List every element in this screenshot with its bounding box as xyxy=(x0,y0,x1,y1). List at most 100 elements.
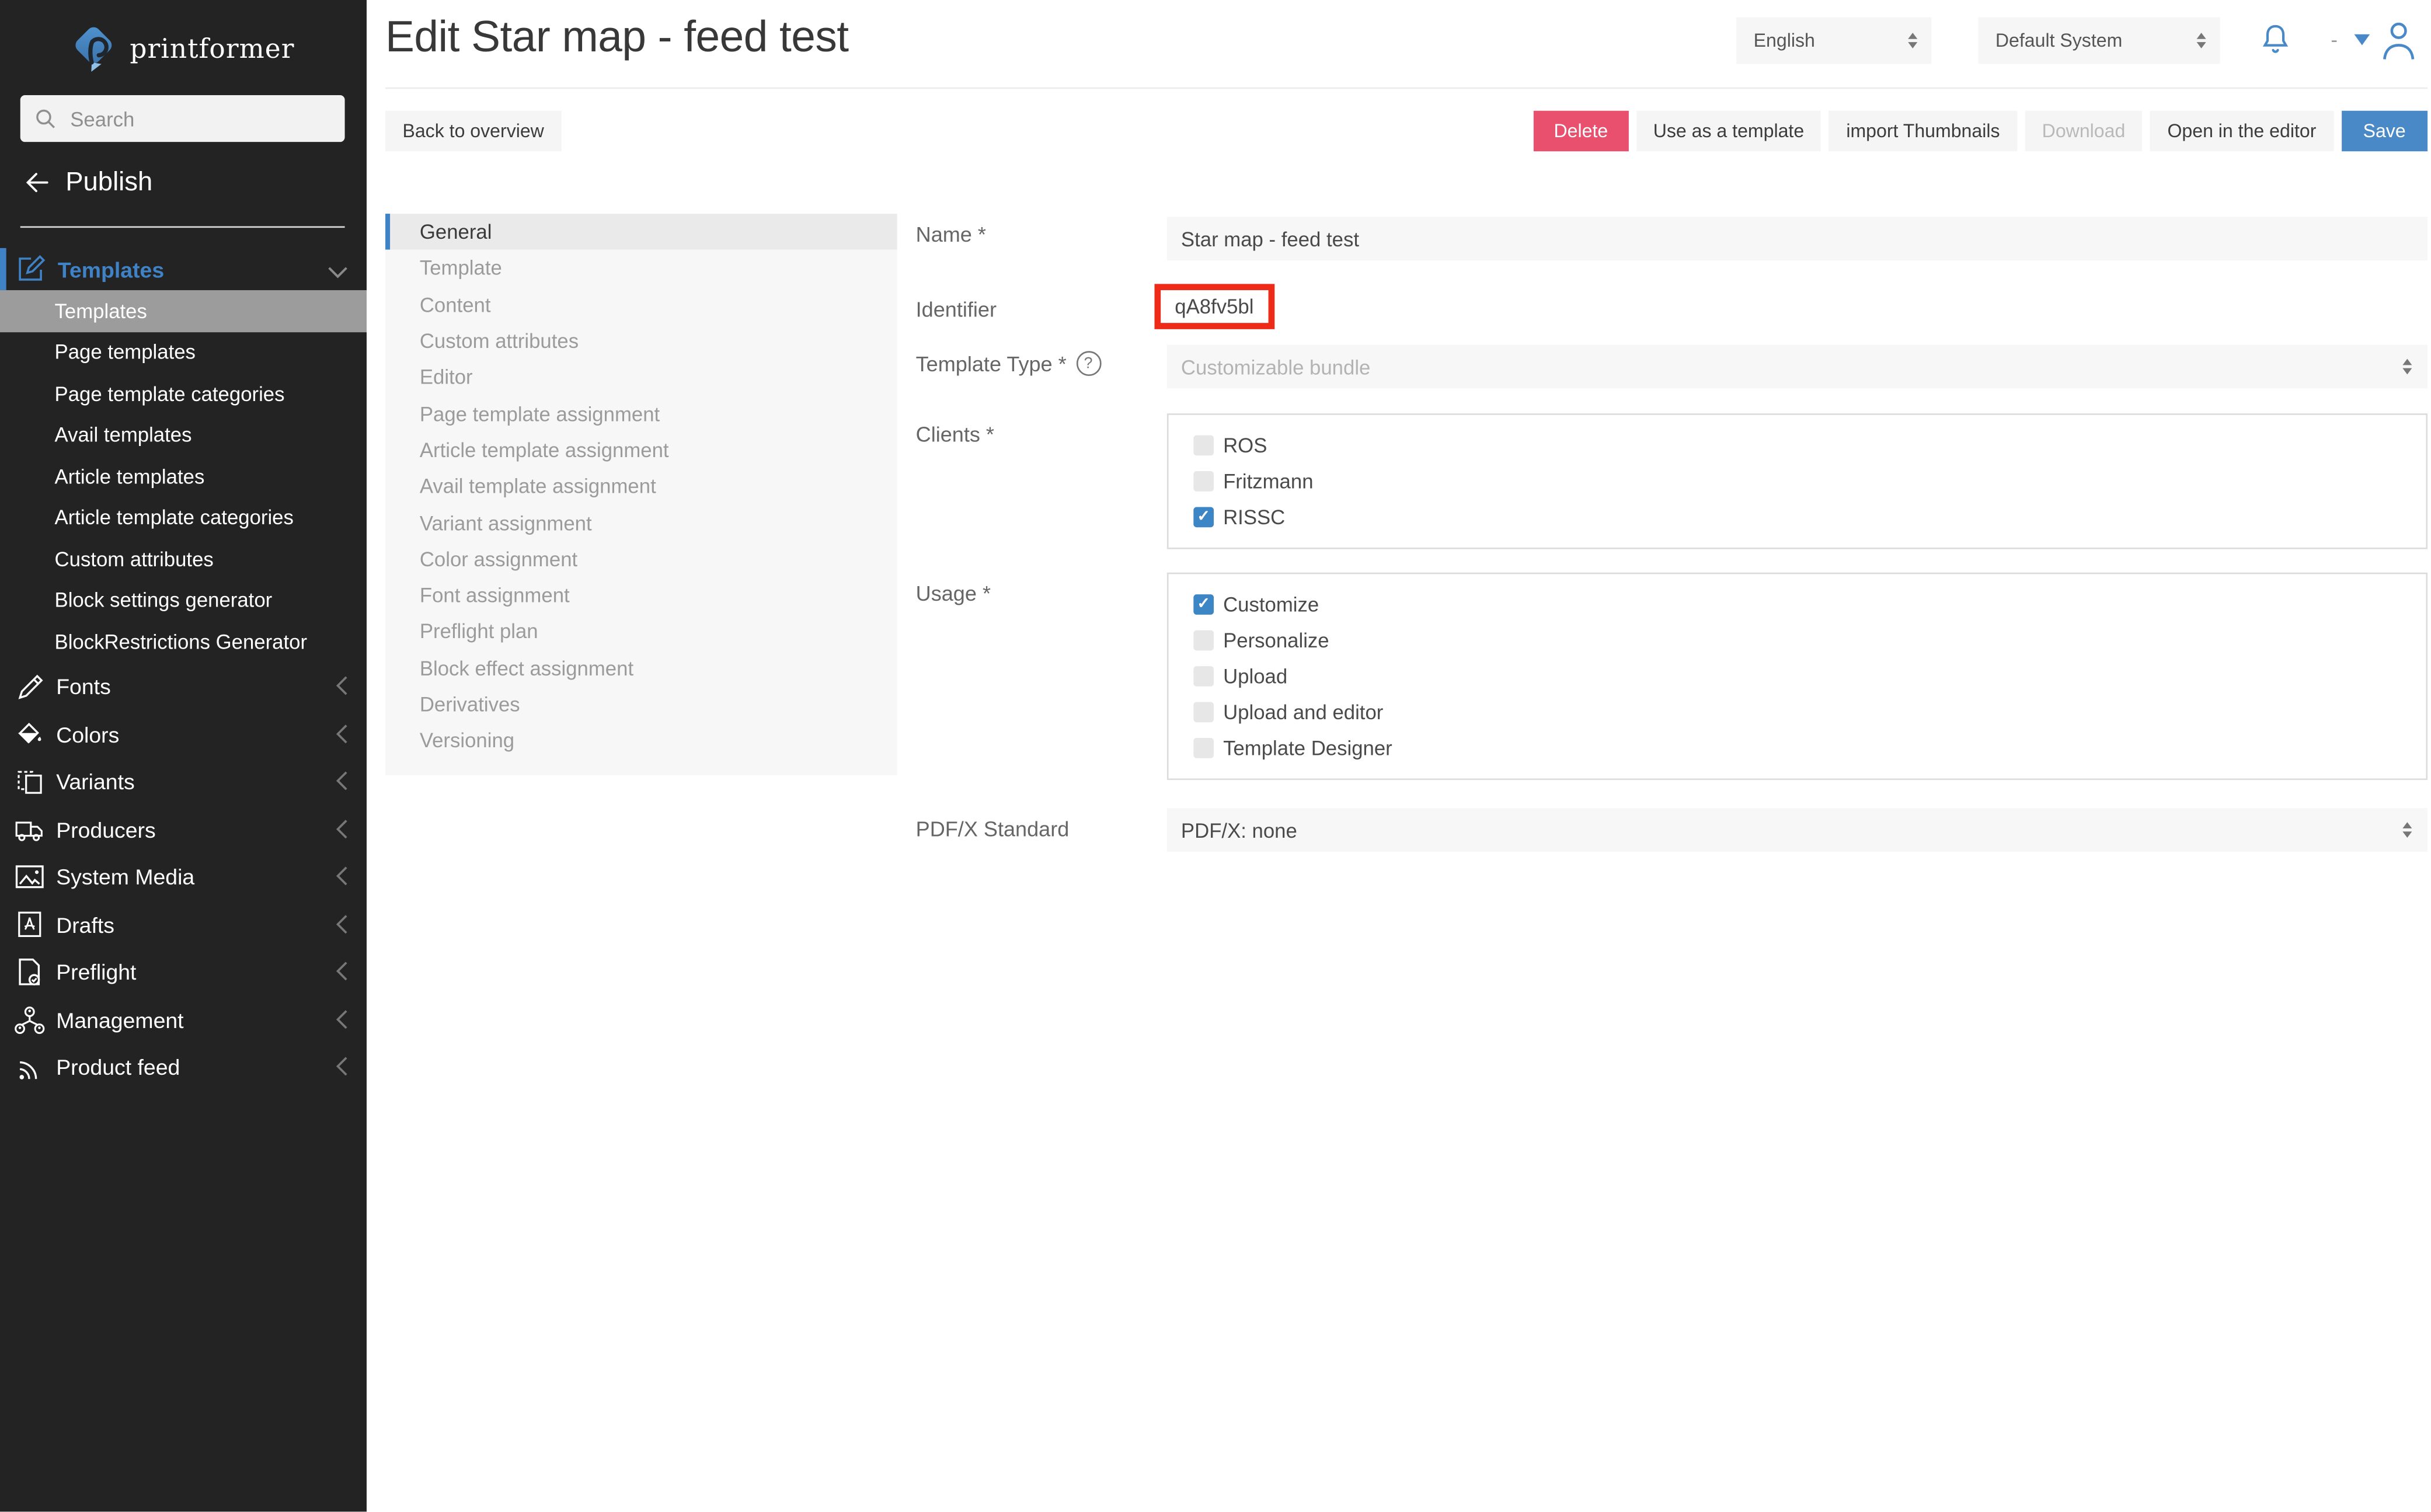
sidebar-item-avail-templates[interactable]: Avail templates xyxy=(0,414,367,455)
notifications-bell-icon[interactable] xyxy=(2259,22,2291,67)
tab-custom-attributes[interactable]: Custom attributes xyxy=(385,323,897,359)
sidebar-collapsed-list: Fonts Colors xyxy=(0,663,367,1092)
clients-checkbox-group: ROS Fritzmann RISSC xyxy=(1167,413,2427,549)
sidebar-item-management[interactable]: Management xyxy=(0,996,367,1044)
template-type-select[interactable]: Customizable bundle xyxy=(1167,345,2427,389)
sidebar-item-drafts[interactable]: Drafts xyxy=(0,901,367,949)
truck-icon xyxy=(14,815,45,845)
checkbox-icon xyxy=(1193,666,1214,687)
tab-template[interactable]: Template xyxy=(385,250,897,286)
tab-general[interactable]: General xyxy=(385,214,897,250)
sidebar-item-article-template-categories[interactable]: Article template categories xyxy=(0,497,367,538)
page-title: Edit Star map - feed test xyxy=(385,12,848,62)
sidebar-section-templates[interactable]: Templates xyxy=(0,248,367,290)
select-stepper-icon xyxy=(2197,33,2206,48)
tab-editor[interactable]: Editor xyxy=(385,359,897,395)
save-button[interactable]: Save xyxy=(2341,111,2427,151)
sidebar-item-producers[interactable]: Producers xyxy=(0,806,367,853)
checkbox-upload-and-editor[interactable]: Upload and editor xyxy=(1193,694,2426,730)
checkbox-personalize[interactable]: Personalize xyxy=(1193,622,2426,658)
select-stepper-icon xyxy=(1908,33,1917,48)
usage-label: Usage * xyxy=(916,582,991,605)
pdfx-select[interactable]: PDF/X: none xyxy=(1167,808,2427,852)
toolbar-actions: Delete Use as a template import Thumbnai… xyxy=(1534,111,2427,151)
use-as-template-button[interactable]: Use as a template xyxy=(1636,111,1821,151)
org-chart-icon xyxy=(14,1004,45,1035)
user-profile-icon[interactable] xyxy=(2381,19,2416,70)
sidebar-divider xyxy=(20,226,345,228)
checkbox-customize[interactable]: Customize xyxy=(1193,587,2426,622)
sidebar-item-page-templates[interactable]: Page templates xyxy=(0,332,367,373)
checkbox-icon xyxy=(1193,702,1214,723)
checkbox-icon xyxy=(1193,738,1214,758)
checkbox-icon xyxy=(1193,471,1214,492)
sidebar-item-colors[interactable]: Colors xyxy=(0,710,367,758)
search-input[interactable] xyxy=(67,105,308,131)
template-type-field-wrap: Customizable bundle xyxy=(1167,345,2427,389)
main-area: Edit Star map - feed test English Defaul… xyxy=(367,0,2430,1511)
chevron-left-icon xyxy=(336,723,348,751)
settings-tab-panel: General Template Content Custom attribut… xyxy=(385,214,897,776)
sidebar-item-blockrestrictions-generator[interactable]: BlockRestrictions Generator xyxy=(0,621,367,663)
sidebar-item-article-templates[interactable]: Article templates xyxy=(0,455,367,497)
delete-button[interactable]: Delete xyxy=(1534,111,1628,151)
sidebar-item-block-settings-generator[interactable]: Block settings generator xyxy=(0,580,367,621)
tab-derivatives[interactable]: Derivatives xyxy=(385,686,897,722)
checkbox-template-designer[interactable]: Template Designer xyxy=(1193,730,2426,766)
app-window: printformer Publish xyxy=(0,0,2430,1511)
sidebar-item-preflight[interactable]: Preflight xyxy=(0,949,367,997)
logo[interactable]: printformer xyxy=(0,0,367,83)
rss-icon xyxy=(14,1053,45,1082)
back-to-overview-button[interactable]: Back to overview xyxy=(385,111,561,151)
chevron-left-icon xyxy=(336,1056,348,1084)
checkbox-upload[interactable]: Upload xyxy=(1193,659,2426,694)
tab-content[interactable]: Content xyxy=(385,287,897,323)
language-select[interactable]: English xyxy=(1736,17,1931,64)
printformer-logo-icon xyxy=(72,24,116,75)
tab-font-assignment[interactable]: Font assignment xyxy=(385,577,897,614)
system-select[interactable]: Default System xyxy=(1978,17,2220,64)
sidebar-back-publish[interactable]: Publish xyxy=(25,167,153,198)
sidebar-item-product-feed[interactable]: Product feed xyxy=(0,1044,367,1092)
username-text: - xyxy=(2331,28,2338,51)
document-check-icon xyxy=(14,957,45,988)
sidebar-item-variants[interactable]: Variants xyxy=(0,758,367,806)
chevron-left-icon xyxy=(336,961,348,989)
sidebar-search[interactable] xyxy=(20,95,345,142)
pdfx-label: PDF/X Standard xyxy=(916,817,1070,841)
sidebar-item-templates[interactable]: Templates xyxy=(0,290,367,332)
sidebar-item-custom-attributes[interactable]: Custom attributes xyxy=(0,538,367,580)
checkbox-fritzmann[interactable]: Fritzmann xyxy=(1193,464,2426,499)
tab-avail-template-assignment[interactable]: Avail template assignment xyxy=(385,468,897,504)
logo-text: printformer xyxy=(130,34,294,65)
checkbox-icon xyxy=(1193,630,1214,651)
checkbox-rissc[interactable]: RISSC xyxy=(1193,499,2426,535)
usage-checkbox-group: Customize Personalize Upload Upload xyxy=(1167,573,2427,780)
identifier-label: Identifier xyxy=(916,298,997,321)
open-in-editor-button[interactable]: Open in the editor xyxy=(2150,111,2334,151)
image-icon xyxy=(14,863,45,891)
name-field-wrap: Star map - feed test xyxy=(1167,217,2427,260)
download-button[interactable]: Download xyxy=(2025,111,2142,151)
sidebar-item-page-template-categories[interactable]: Page template categories xyxy=(0,373,367,414)
sidebar-sub-list: Templates Page templates Page template c… xyxy=(0,290,367,662)
sidebar: printformer Publish xyxy=(0,0,367,1511)
tab-article-template-assignment[interactable]: Article template assignment xyxy=(385,432,897,468)
sidebar-item-fonts[interactable]: Fonts xyxy=(0,663,367,711)
user-menu-caret-icon[interactable] xyxy=(2355,34,2370,46)
name-label: Name * xyxy=(916,223,986,246)
name-input[interactable]: Star map - feed test xyxy=(1167,217,2427,260)
sidebar-item-system-media[interactable]: System Media xyxy=(0,853,367,901)
tab-block-effect-assignment[interactable]: Block effect assignment xyxy=(385,650,897,686)
chevron-down-icon xyxy=(328,259,348,287)
checkbox-ros[interactable]: ROS xyxy=(1193,427,2426,463)
tab-color-assignment[interactable]: Color assignment xyxy=(385,541,897,577)
tab-variant-assignment[interactable]: Variant assignment xyxy=(385,504,897,541)
import-thumbnails-button[interactable]: import Thumbnails xyxy=(1829,111,2017,151)
tab-preflight-plan[interactable]: Preflight plan xyxy=(385,614,897,650)
tab-page-template-assignment[interactable]: Page template assignment xyxy=(385,395,897,431)
header-divider xyxy=(385,88,2427,89)
usage-field-wrap: Customize Personalize Upload Upload xyxy=(1167,573,2427,780)
tab-versioning[interactable]: Versioning xyxy=(385,723,897,759)
help-icon[interactable]: ? xyxy=(1076,351,1101,376)
